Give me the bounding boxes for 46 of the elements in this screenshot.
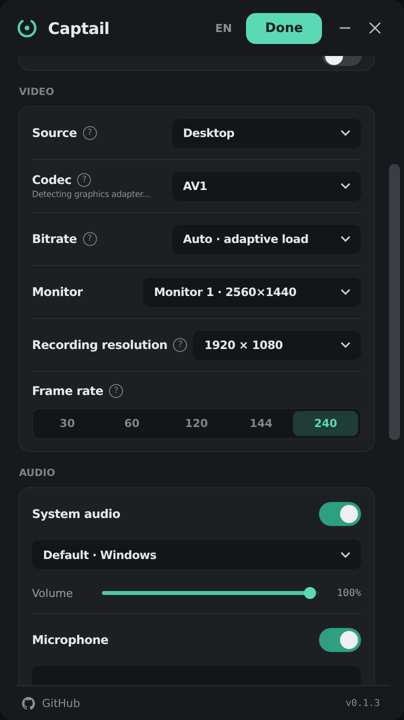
help-icon[interactable]: ? bbox=[77, 172, 92, 186]
section-heading: AUDIO bbox=[19, 468, 56, 479]
close-icon[interactable] bbox=[368, 21, 382, 35]
chevron-icon bbox=[340, 341, 351, 349]
setting-label: Codec bbox=[32, 172, 72, 186]
chevron-icon bbox=[340, 235, 351, 243]
section-heading: VIDEO bbox=[19, 87, 56, 98]
chevron-icon bbox=[340, 550, 351, 558]
version-label: v0.1.3 bbox=[346, 698, 380, 708]
scrollbar[interactable] bbox=[389, 164, 400, 440]
logo-icon bbox=[16, 17, 38, 39]
setting-label: Bitrate bbox=[32, 232, 77, 246]
dropdown[interactable]: Desktop bbox=[172, 118, 361, 148]
help-icon[interactable]: ? bbox=[82, 232, 97, 246]
github-icon[interactable] bbox=[22, 696, 35, 710]
app-title: Captail bbox=[48, 18, 110, 38]
language-button[interactable]: EN bbox=[211, 22, 236, 34]
setting-label: Recording resolution bbox=[32, 338, 168, 352]
setting-hint: Detecting graphics adapter... bbox=[32, 190, 150, 200]
volume-reading: 100% bbox=[336, 588, 361, 598]
dropdown[interactable]: AV1 bbox=[172, 172, 361, 200]
chevron-icon bbox=[340, 288, 351, 296]
help-icon[interactable]: ? bbox=[109, 384, 124, 398]
frame-rate-option[interactable]: 240 bbox=[293, 411, 358, 436]
frame-rate-option[interactable]: 30 bbox=[35, 411, 100, 436]
dropdown[interactable]: Monitor 1 · 2560×1440 bbox=[143, 278, 361, 306]
setting-label: Microphone bbox=[32, 633, 108, 647]
frame-rate-option[interactable]: 60 bbox=[100, 411, 164, 436]
setting-label: System audio bbox=[32, 507, 120, 521]
help-icon[interactable]: ? bbox=[82, 126, 97, 140]
setting-label: Frame rate bbox=[32, 384, 104, 398]
volume-label: Volume bbox=[32, 586, 74, 600]
setting-label: Monitor bbox=[32, 285, 83, 299]
setting-label: Source bbox=[32, 126, 77, 140]
chevron-icon bbox=[340, 129, 351, 137]
dropdown[interactable]: 1920 × 1080 bbox=[193, 330, 361, 360]
toggle-switch[interactable] bbox=[319, 628, 361, 652]
github-link[interactable]: GitHub bbox=[42, 696, 80, 710]
chevron-icon bbox=[340, 182, 351, 190]
frame-rate-option[interactable]: 144 bbox=[228, 411, 294, 436]
dropdown[interactable]: Default · Windows bbox=[32, 540, 361, 569]
frame-rate-option[interactable]: 120 bbox=[164, 411, 229, 436]
done-button[interactable]: Done bbox=[246, 12, 322, 44]
toggle-switch[interactable] bbox=[319, 502, 361, 526]
help-icon[interactable]: ? bbox=[173, 338, 188, 352]
dropdown[interactable]: Auto · adaptive load bbox=[172, 224, 361, 254]
